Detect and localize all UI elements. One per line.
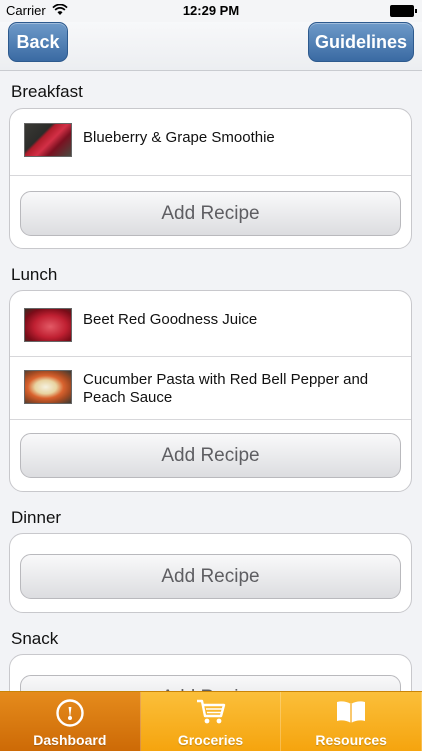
tab-groceries[interactable]: Groceries [141,692,282,751]
recipe-name: Cucumber Pasta with Red Bell Pepper and … [83,371,369,406]
add-recipe-button-dinner[interactable]: Add Recipe [20,554,401,599]
add-recipe-button-lunch[interactable]: Add Recipe [20,433,401,478]
breakfast-card: Blueberry & Grape Smoothie Add Recipe [9,108,412,249]
meal-plan-list[interactable]: Breakfast Blueberry & Grape Smoothie Add… [0,71,422,691]
recipe-name: Blueberry & Grape Smoothie [83,129,275,146]
cart-icon [196,699,225,724]
tab-label: Dashboard [33,732,107,748]
section-title-snack: Snack [11,629,59,648]
recipe-row[interactable]: Blueberry & Grape Smoothie [10,109,411,176]
add-recipe-button-snack[interactable]: Add Recipe [20,675,401,691]
status-time: 12:29 PM [182,3,240,18]
recipe-thumbnail [24,308,72,342]
snack-card: Add Recipe [9,654,412,691]
battery-icon [390,5,417,17]
navigation-bar: Back Guidelines [0,22,422,71]
guidelines-button[interactable]: Guidelines [308,22,414,62]
section-title-lunch: Lunch [11,265,58,284]
dashboard-icon [56,699,84,727]
recipe-name: Beet Red Goodness Juice [83,311,258,328]
tab-label: Groceries [177,732,244,748]
tab-label: Resources [315,732,387,748]
dinner-card: Add Recipe [9,533,412,613]
book-icon [337,701,366,723]
recipe-thumbnail [24,123,72,157]
section-title-breakfast: Breakfast [11,82,83,101]
back-button[interactable]: Back [8,22,68,62]
add-recipe-button-breakfast[interactable]: Add Recipe [20,191,401,236]
tab-resources[interactable]: Resources [281,692,422,751]
tab-dashboard[interactable]: Dashboard [0,692,141,751]
lunch-card: Beet Red Goodness Juice Cucumber Pasta w… [9,290,412,492]
section-title-dinner: Dinner [11,508,62,527]
status-bar: Carrier 12:29 PM [0,0,422,22]
recipe-row[interactable]: Beet Red Goodness Juice [10,291,411,357]
recipe-thumbnail [24,370,72,404]
recipe-row[interactable]: Cucumber Pasta with Red Bell Pepper and … [10,357,411,420]
tab-bar: Dashboard Groceries Resources [0,691,422,751]
